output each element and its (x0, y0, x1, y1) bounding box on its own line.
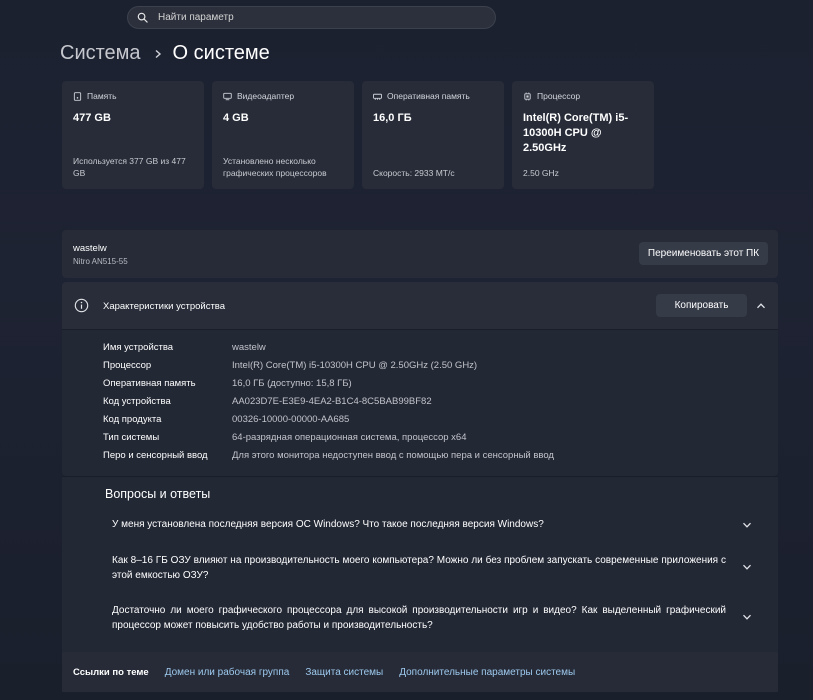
summary-cards: Память 477 GB Используется 377 GB из 477… (62, 81, 654, 189)
spec-row-ram: Оперативная память 16,0 ГБ (доступно: 15… (103, 374, 554, 392)
spec-row-processor: Процессор Intel(R) Core(TM) i5-10300H CP… (103, 356, 554, 374)
related-links-label: Ссылки по теме (73, 666, 149, 678)
card-storage[interactable]: Память 477 GB Используется 377 GB из 477… (62, 81, 204, 189)
link-system-protection[interactable]: Защита системы (305, 667, 383, 678)
spec-row-pen-touch: Перо и сенсорный ввод Для этого монитора… (103, 446, 554, 464)
faq-item[interactable]: У меня установлена последняя версия ОС W… (112, 517, 726, 532)
spec-value: Для этого монитора недоступен ввод с пом… (232, 449, 554, 461)
spec-label: Перо и сенсорный ввод (103, 449, 208, 461)
device-name-row: wastelw Nitro AN515-55 Переименовать это… (62, 230, 778, 278)
card-ram[interactable]: Оперативная память 16,0 ГБ Скорость: 293… (362, 81, 504, 189)
spec-row-system-type: Тип системы 64-разрядная операционная си… (103, 428, 554, 446)
rename-pc-button[interactable]: Переименовать этот ПК (639, 242, 768, 265)
card-title: Процессор (537, 91, 581, 101)
device-name: wastelw (73, 243, 107, 254)
search-icon (137, 12, 148, 23)
spec-label: Оперативная память (103, 377, 196, 389)
spec-label: Код продукта (103, 413, 162, 425)
spec-value: AA023D7E-E3E9-4EA2-B1C4-8C5BAB99BF82 (232, 395, 432, 407)
card-processor[interactable]: Процессор Intel(R) Core(TM) i5-10300H CP… (512, 81, 654, 189)
faq-title: Вопросы и ответы (105, 487, 211, 501)
copy-button[interactable]: Копировать (656, 294, 747, 317)
card-subtitle: Установлено несколько графических процес… (223, 156, 327, 178)
device-specs-header[interactable]: Характеристики устройства Копировать (62, 282, 778, 330)
device-model: Nitro AN515-55 (73, 257, 128, 266)
link-domain-workgroup[interactable]: Домен или рабочая группа (165, 667, 290, 678)
ram-icon (373, 93, 382, 100)
card-subtitle: 2.50 GHz (523, 168, 559, 178)
spec-row-product-id: Код продукта 00326-10000-00000-AA685 (103, 410, 554, 428)
faq-item[interactable]: Достаточно ли моего графического процесс… (112, 603, 726, 633)
chevron-down-icon[interactable] (742, 612, 752, 622)
faq-panel: Вопросы и ответы У меня установлена посл… (62, 476, 778, 652)
breadcrumb-system[interactable]: Система (60, 42, 141, 65)
spec-label: Имя устройства (103, 341, 174, 353)
faq-item[interactable]: Как 8–16 ГБ ОЗУ влияют на производительн… (112, 553, 726, 583)
card-subtitle: Используется 377 GB из 477 GB (73, 156, 186, 178)
card-subtitle: Скорость: 2933 МТ/с (373, 168, 455, 178)
breadcrumb: Система О системе (60, 42, 270, 65)
spec-value: 16,0 ГБ (доступно: 15,8 ГБ) (232, 377, 352, 389)
device-specs-panel: Характеристики устройства Копировать Имя… (62, 282, 778, 476)
device-specs-title: Характеристики устройства (103, 301, 226, 312)
chevron-right-icon (155, 49, 161, 58)
chevron-down-icon[interactable] (742, 520, 752, 530)
card-title: Видеоадаптер (237, 91, 295, 101)
card-value: 16,0 ГБ (373, 112, 412, 124)
spec-row-device-name: Имя устройства wastelw (103, 338, 554, 356)
spec-row-device-id: Код устройства AA023D7E-E3E9-4EA2-B1C4-8… (103, 392, 554, 410)
spec-label: Процессор (103, 359, 152, 371)
spec-value: wastelw (232, 341, 266, 353)
card-value: Intel(R) Core(TM) i5-10300H CPU @ 2.50GH… (523, 112, 629, 154)
spec-list: Имя устройства wastelw Процессор Intel(R… (103, 338, 554, 464)
spec-value: Intel(R) Core(TM) i5-10300H CPU @ 2.50GH… (232, 359, 478, 371)
processor-icon (524, 91, 531, 101)
info-icon (74, 298, 89, 313)
display-adapter-icon (223, 92, 232, 100)
chevron-down-icon[interactable] (742, 562, 752, 572)
storage-icon (73, 91, 82, 101)
card-display-adapter[interactable]: Видеоадаптер 4 GB Установлено несколько … (212, 81, 354, 189)
page-title: О системе (172, 42, 270, 64)
card-value: 4 GB (223, 112, 249, 124)
spec-label: Код устройства (103, 395, 171, 407)
chevron-up-icon[interactable] (756, 301, 766, 311)
card-value: 477 GB (73, 112, 111, 124)
spec-value: 64-разрядная операционная система, проце… (232, 431, 467, 443)
spec-label: Тип системы (103, 431, 160, 443)
link-advanced-system-settings[interactable]: Дополнительные параметры системы (399, 667, 575, 678)
card-title: Оперативная память (387, 91, 470, 101)
search-input[interactable] (158, 12, 478, 23)
search-box[interactable] (127, 6, 496, 29)
related-links: Ссылки по теме Домен или рабочая группа … (62, 652, 778, 692)
spec-value: 00326-10000-00000-AA685 (232, 413, 350, 425)
card-title: Память (87, 91, 117, 101)
